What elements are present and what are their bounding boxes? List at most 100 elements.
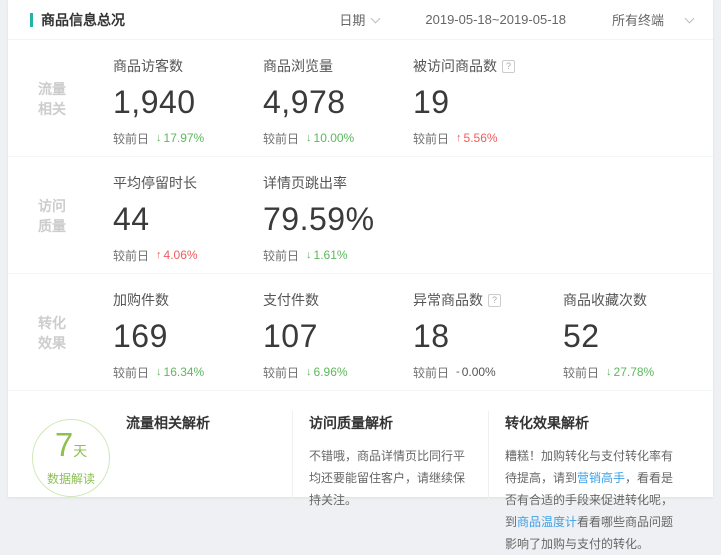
compare-label: 较前日 — [113, 130, 149, 147]
section-label-visit-quality: 访问 质量 — [38, 169, 113, 263]
badge-wrap: 7 天 数据解读 — [32, 411, 120, 555]
change-percent: 16.34% — [164, 365, 205, 379]
metric-label: 平均停留时长 — [113, 173, 197, 193]
metric-paid-items: 支付件数 107 较前日 ↓6.96% — [263, 286, 413, 380]
date-range[interactable]: 2019-05-18~2019-05-18 — [425, 12, 566, 27]
metrics-row: 平均停留时长 44 较前日 ↑4.06% 详情页跳出率 79.59% 较前日 ↓… — [113, 169, 413, 263]
trend-arrow-icon: ↓ — [156, 132, 162, 144]
trend-arrow-icon: ↑ — [456, 132, 462, 144]
trend-arrow-icon: ↓ — [306, 132, 312, 144]
chevron-down-icon — [371, 13, 381, 23]
metric-label: 异常商品数 — [413, 290, 483, 310]
insight-title: 转化效果解析 — [505, 413, 677, 433]
metric-product-pageviews: 商品浏览量 4,978 较前日 ↓10.00% — [263, 52, 413, 146]
metric-value: 52 — [563, 318, 713, 354]
metric-value: 18 — [413, 318, 563, 354]
metric-label: 加购件数 — [113, 290, 169, 310]
metrics-row: 商品访客数 1,940 较前日 ↓17.97% 商品浏览量 4,978 较前日 … — [113, 52, 563, 146]
change-percent: 27.78% — [614, 365, 655, 379]
metric-label: 详情页跳出率 — [263, 173, 347, 193]
metric-label: 商品访客数 — [113, 56, 183, 76]
insight-title: 流量相关解析 — [126, 413, 276, 433]
metric-label: 被访问商品数 — [413, 56, 497, 76]
metric-label: 商品浏览量 — [263, 56, 333, 76]
change-percent: 6.96% — [314, 365, 348, 379]
insight-visit-quality: 访问质量解析 不错哦，商品详情页比同行平均还要能留住客户，请继续保持关注。 — [292, 411, 488, 555]
change-percent: 4.06% — [164, 248, 198, 262]
badge-number: 7 — [55, 429, 73, 461]
section-traffic: 流量 相关 商品访客数 1,940 较前日 ↓17.97% 商品浏览量 4,97… — [8, 40, 713, 157]
header: 商品信息总况 日期 2019-05-18~2019-05-18 所有终端 — [8, 0, 713, 40]
compare-label: 较前日 — [413, 364, 449, 381]
seven-day-badge: 7 天 数据解读 — [32, 419, 110, 497]
date-dropdown-label: 日期 — [339, 10, 365, 29]
trend-arrow-icon: ↓ — [306, 366, 312, 378]
product-thermometer-link[interactable]: 商品温度计 — [517, 515, 577, 529]
change-percent: 10.00% — [314, 131, 355, 145]
trend-arrow-icon: ↓ — [606, 366, 612, 378]
metric-value: 44 — [113, 201, 263, 237]
metric-product-visitors: 商品访客数 1,940 较前日 ↓17.97% — [113, 52, 263, 146]
metric-abnormal-products: 异常商品数 ? 18 较前日 -0.00% — [413, 286, 563, 380]
trend-arrow-icon: ↓ — [156, 366, 162, 378]
metric-change: 较前日 ↓16.34% — [113, 364, 263, 380]
trend-arrow-icon: ↑ — [156, 249, 162, 261]
chevron-down-icon — [685, 13, 695, 23]
compare-label: 较前日 — [263, 247, 299, 264]
trend-arrow-icon: ↓ — [306, 249, 312, 261]
change-percent: 17.97% — [164, 131, 205, 145]
trend-arrow-icon: - — [456, 366, 460, 378]
insight-text: 不错哦，商品详情页比同行平均还要能留住客户，请继续保持关注。 — [309, 445, 472, 511]
metric-visited-products: 被访问商品数 ? 19 较前日 ↑5.56% — [413, 52, 563, 146]
page-title: 商品信息总况 — [30, 10, 125, 30]
metric-change: 较前日 ↓6.96% — [263, 364, 413, 380]
compare-label: 较前日 — [113, 247, 149, 264]
metric-change: 较前日 ↓27.78% — [563, 364, 713, 380]
section-conversion: 转化 效果 加购件数 169 较前日 ↓16.34% 支付件数 107 较前日 … — [8, 274, 713, 391]
header-controls: 日期 2019-05-18~2019-05-18 所有终端 — [339, 10, 693, 29]
insight-traffic: 流量相关解析 — [120, 411, 292, 555]
change-percent: 0.00% — [462, 365, 496, 379]
metric-avg-stay-duration: 平均停留时长 44 较前日 ↑4.06% — [113, 169, 263, 263]
metric-add-to-cart-items: 加购件数 169 较前日 ↓16.34% — [113, 286, 263, 380]
insight-conversion: 转化效果解析 糟糕！加购转化与支付转化率有待提高，请到营销高手，看看是否有合适的… — [488, 411, 693, 555]
dashboard-card: 商品信息总况 日期 2019-05-18~2019-05-18 所有终端 流量 … — [8, 0, 713, 497]
metric-change: 较前日 ↓10.00% — [263, 130, 413, 146]
compare-label: 较前日 — [413, 130, 449, 147]
compare-label: 较前日 — [563, 364, 599, 381]
compare-label: 较前日 — [263, 130, 299, 147]
terminal-dropdown-label: 所有终端 — [612, 10, 664, 29]
metric-value: 79.59% — [263, 201, 413, 237]
marketing-master-link[interactable]: 营销高手 — [577, 471, 625, 485]
compare-label: 较前日 — [263, 364, 299, 381]
change-percent: 5.56% — [464, 131, 498, 145]
metric-value: 169 — [113, 318, 263, 354]
terminal-dropdown[interactable]: 所有终端 — [612, 10, 693, 29]
metric-change: 较前日 -0.00% — [413, 364, 563, 380]
section-label-traffic: 流量 相关 — [38, 52, 113, 146]
metric-detail-bounce-rate: 详情页跳出率 79.59% 较前日 ↓1.61% — [263, 169, 413, 263]
metric-product-favorites: 商品收藏次数 52 较前日 ↓27.78% — [563, 286, 713, 380]
metrics-row: 加购件数 169 较前日 ↓16.34% 支付件数 107 较前日 ↓6.96%… — [113, 286, 713, 380]
metric-value: 1,940 — [113, 84, 263, 120]
title-accent-bar — [30, 13, 33, 27]
insights-section: 7 天 数据解读 流量相关解析 访问质量解析 不错哦，商品详情页比同行平均还要能… — [8, 391, 713, 555]
badge-caption: 数据解读 — [47, 470, 95, 487]
metric-value: 19 — [413, 84, 563, 120]
date-dropdown[interactable]: 日期 — [339, 10, 379, 29]
insight-text: 糟糕！加购转化与支付转化率有待提高，请到营销高手，看看是否有合适的手段来促进转化… — [505, 445, 677, 555]
help-icon[interactable]: ? — [502, 60, 515, 73]
metric-change: 较前日 ↓17.97% — [113, 130, 263, 146]
metric-label: 商品收藏次数 — [563, 290, 647, 310]
page-title-text: 商品信息总况 — [41, 10, 125, 30]
compare-label: 较前日 — [113, 364, 149, 381]
insight-title: 访问质量解析 — [309, 413, 472, 433]
metric-label: 支付件数 — [263, 290, 319, 310]
section-label-conversion: 转化 效果 — [38, 286, 113, 380]
metric-value: 4,978 — [263, 84, 413, 120]
metric-change: 较前日 ↓1.61% — [263, 247, 413, 263]
metric-value: 107 — [263, 318, 413, 354]
section-visit-quality: 访问 质量 平均停留时长 44 较前日 ↑4.06% 详情页跳出率 79.59%… — [8, 157, 713, 274]
help-icon[interactable]: ? — [488, 294, 501, 307]
change-percent: 1.61% — [314, 248, 348, 262]
